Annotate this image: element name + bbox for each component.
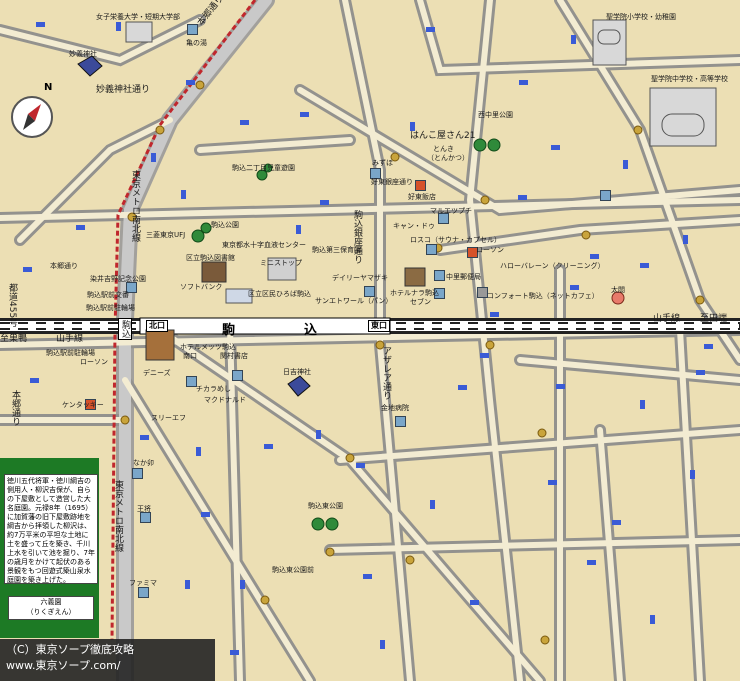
map: N 駒 込 北口 東口 駒込 山手線 山手線 至田端 至巣鴨 本郷通り（都道45… xyxy=(0,0,740,681)
map-label: 女子栄養大学・短期大学部 xyxy=(96,13,180,21)
map-label: ミニストップ xyxy=(260,259,302,267)
map-label: 西中里公園 xyxy=(478,111,513,119)
building-icon xyxy=(364,286,375,297)
map-label: 三菱東京UFJ xyxy=(146,231,186,239)
street-label: アザレア通り xyxy=(381,346,391,400)
copyright-line-1: （C）東京ソープ徹底攻略 xyxy=(6,643,135,656)
building-icon xyxy=(187,24,198,35)
map-label: みずほ xyxy=(372,159,393,167)
building-icon xyxy=(434,270,445,281)
map-label: 関村書店 xyxy=(220,352,248,360)
map-label: デニーズ xyxy=(143,369,171,377)
map-label: 金地病院 xyxy=(381,404,409,412)
map-label: 太閤 xyxy=(611,286,625,294)
station-badge: 駒込 xyxy=(118,318,132,340)
map-label: 本郷通り xyxy=(50,262,78,270)
compass-icon xyxy=(11,96,53,138)
park-reading: （りくぎえん） xyxy=(26,608,76,616)
compass-north-label: N xyxy=(44,82,53,93)
map-label: 東京都水十字血液センター xyxy=(222,241,306,249)
map-label: ローソン xyxy=(80,358,108,366)
map-label: 聖学院中学校・高等学校 xyxy=(651,75,728,83)
map-label: キャン・ドゥ xyxy=(393,222,435,230)
yamanote-line-label: 山手線 xyxy=(56,334,84,344)
building-icon xyxy=(395,416,406,427)
street-label: 都道455号 xyxy=(7,283,17,328)
map-label: 駒込東公園前 xyxy=(272,566,314,574)
building-icon xyxy=(232,370,243,381)
map-label: デイリーヤマザキ xyxy=(332,274,388,282)
map-label: 区立区民ひろば駒込 xyxy=(248,290,311,298)
station-name: 駒 込 xyxy=(222,323,346,338)
map-label: ロスコ（サウナ・カプセル） xyxy=(410,236,501,244)
map-label: 駒込二丁目児童遊園 xyxy=(232,164,295,172)
map-label: ローソン xyxy=(476,246,504,254)
yamanote-line-label-right: 山手線 xyxy=(653,314,681,324)
map-label: 聖学院小学校・幼稚園 xyxy=(606,13,676,21)
map-label: なか卯 xyxy=(133,459,154,467)
map-label: 南口 xyxy=(183,352,197,360)
map-label: とんき xyxy=(433,145,454,153)
building-icon xyxy=(426,244,437,255)
map-label: チカラめし xyxy=(196,385,231,393)
map-label: 亀の湯 xyxy=(186,39,207,47)
street-label: 本郷通り xyxy=(10,390,20,426)
map-label: 駒込駅前駐輪場 xyxy=(86,304,135,312)
map-label: 染井吉野記念公園 xyxy=(90,275,146,283)
map-label: マルエツプチ xyxy=(430,207,472,215)
to-tabata-label: 至田端 xyxy=(700,314,728,324)
building-icon xyxy=(138,587,149,598)
east-exit-label[interactable]: 東口 xyxy=(368,320,390,332)
copyright-banner: （C）東京ソープ徹底攻略 www.東京ソープ.com/ xyxy=(0,639,215,681)
map-label: ホテルメッツ駒込 xyxy=(180,343,236,351)
map-label: （とんかつ） xyxy=(427,154,469,162)
building-icon xyxy=(140,512,151,523)
map-label: 日吉神社 xyxy=(283,368,311,376)
street-label: 駒込銀座通り xyxy=(352,210,362,264)
rikugien-label: 六義園 （りくぎえん） xyxy=(8,596,94,620)
map-label: 妙義神社 xyxy=(69,50,97,58)
map-label: ホテルナラ駒込 xyxy=(390,289,439,297)
street-label: 東京メトロ南北線 xyxy=(130,170,140,242)
map-label: コンフォート駒込（ネットカフェ） xyxy=(487,292,599,300)
park-name: 六義園 xyxy=(40,598,62,606)
map-label: 中里郵便局 xyxy=(446,273,481,281)
building-icon xyxy=(600,190,611,201)
map-label: 妙義神社通り xyxy=(96,85,151,95)
map-label: ソフトバンク xyxy=(180,283,223,291)
map-label: 駒込駅前交番 xyxy=(87,291,129,299)
map-label: 駒込駅前駐輪場 xyxy=(46,349,95,357)
map-label: 王将 xyxy=(137,505,151,513)
map-label: 好東銀座通り xyxy=(371,178,413,186)
map-label: 駒込東公園 xyxy=(308,502,343,510)
to-sugamo-label: 至巣鴨 xyxy=(0,334,28,344)
building-icon xyxy=(415,180,426,191)
map-label: 区立駒込図書館 xyxy=(186,254,235,262)
map-label: はんこ屋さん21 xyxy=(410,131,476,141)
map-label: マクドナルド xyxy=(204,396,246,404)
map-label: 好東飯店 xyxy=(408,193,436,201)
map-label: スリーエフ xyxy=(151,414,186,422)
copyright-url[interactable]: www.東京ソープ.com/ xyxy=(6,658,209,674)
building-icon xyxy=(132,468,143,479)
map-label: ケンタッキー xyxy=(62,401,104,409)
map-label: セブン xyxy=(410,298,431,306)
rikugien-description: 徳川五代将軍・徳川綱吉の側用人・柳沢吉保が、自らの下屋敷として造営した大名庭園。… xyxy=(4,474,98,584)
north-exit-label[interactable]: 北口 xyxy=(146,320,168,332)
map-label: ファミマ xyxy=(129,579,157,587)
street-label: 東京メトロ南北線 xyxy=(113,480,123,552)
map-roads xyxy=(0,0,740,681)
map-label: ハローバレーン（クリーニング） xyxy=(500,262,605,270)
map-label: サンエトワール（パン） xyxy=(315,297,393,305)
map-label: 駒込公園 xyxy=(211,221,239,229)
